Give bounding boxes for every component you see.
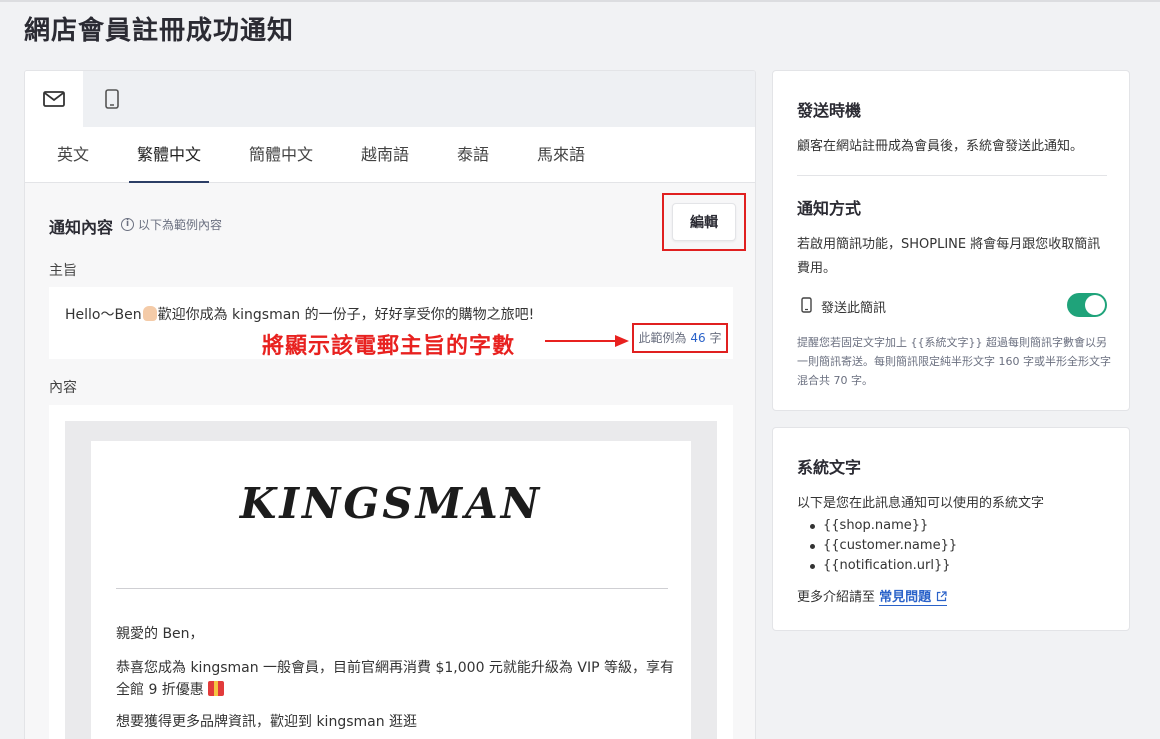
notification-method-title: 通知方式 (797, 199, 862, 218)
faq-link[interactable]: 常見問題 (879, 590, 947, 606)
sms-limit-note: 提醒您若固定文字加上 {{系統文字}} 超過每則簡訊字數會以另一則簡訊寄送。每則… (797, 336, 1111, 387)
page-title: 網店會員註冊成功通知 (24, 16, 295, 46)
system-variables-intro: 以下是您在此訊息通知可以使用的系統文字 (797, 496, 1045, 511)
gift-emoji-icon (208, 681, 225, 696)
info-icon: i (121, 218, 134, 231)
subject-text: Hello～Ben 歡迎你成為 kingsman 的一份子，好好享受你的購物之旅吧… (65, 306, 535, 323)
brand-logo: KINGSMAN (239, 479, 543, 528)
email-background: KINGSMAN 親愛的 Ben， 恭喜您成為 kingsman 一般會員，目前… (65, 421, 717, 739)
tab-simplified-chinese[interactable]: 簡體中文 (241, 127, 321, 183)
language-tab-bar: 英文 繁體中文 簡體中文 越南語 泰語 馬來語 (25, 127, 755, 183)
send-sms-label: 發送此簡訊 (821, 301, 887, 316)
tab-english[interactable]: 英文 (43, 127, 103, 183)
email-divider (116, 588, 668, 589)
section-divider (797, 175, 1107, 176)
tab-email-channel[interactable] (25, 71, 83, 127)
tab-traditional-chinese[interactable]: 繁體中文 (129, 127, 209, 183)
variable-item: {{shop.name}} (797, 516, 957, 536)
sending-settings-panel: 發送時機 顧客在網站註冊成為會員後，系統會發送此通知。 通知方式 若啟用簡訊功能… (772, 70, 1130, 411)
annotation-text: 將顯示該電郵主旨的字數 (262, 334, 516, 359)
character-count-value: 46 (690, 331, 706, 345)
email-content-preview: KINGSMAN 親愛的 Ben， 恭喜您成為 kingsman 一般會員，目前… (49, 405, 733, 739)
edit-highlight-box: 編輯 (662, 193, 746, 251)
subject-label: 主旨 (49, 263, 77, 279)
tab-vietnamese[interactable]: 越南語 (353, 127, 417, 183)
sending-timing-text: 顧客在網站註冊成為會員後，系統會發送此通知。 (797, 139, 1084, 154)
toggle-knob (1085, 295, 1105, 315)
sms-toggle-row: 發送此簡訊 (797, 293, 1107, 319)
notification-content-title: 通知內容 (49, 218, 114, 237)
external-link-icon (936, 591, 947, 602)
edit-button[interactable]: 編輯 (672, 203, 736, 241)
mail-icon (43, 91, 65, 107)
channel-tab-bar (25, 71, 755, 127)
notification-method-text: 若啟用簡訊功能，SHOPLINE 將會每月跟您收取簡訊費用。 (797, 237, 1101, 276)
email-greeting: 親愛的 Ben， (116, 626, 204, 642)
example-hint: i 以下為範例內容 (121, 216, 222, 233)
variable-item: {{customer.name}} (797, 536, 957, 556)
email-body-paragraph: 恭喜您成為 kingsman 一般會員，目前官網再消費 $1,000 元就能升級… (116, 660, 674, 698)
top-border (0, 0, 1160, 2)
send-sms-toggle[interactable] (1067, 293, 1107, 317)
variable-item: {{notification.url}} (797, 556, 957, 576)
character-count-badge: 此範例為 46 字 (632, 323, 728, 353)
faq-line: 更多介紹請至 常見問題 (797, 586, 947, 606)
content-label: 內容 (49, 380, 77, 396)
email-body-paragraph-2: 想要獲得更多品牌資訊，歡迎到 kingsman 逛逛 (116, 714, 418, 730)
system-variables-panel: 系統文字 以下是您在此訊息通知可以使用的系統文字 {{shop.name}} {… (772, 427, 1130, 631)
system-variables-title: 系統文字 (797, 458, 862, 477)
tab-thai[interactable]: 泰語 (445, 127, 501, 183)
email-card: KINGSMAN 親愛的 Ben， 恭喜您成為 kingsman 一般會員，目前… (91, 441, 691, 739)
mobile-icon (105, 89, 119, 109)
tab-malay[interactable]: 馬來語 (529, 127, 593, 183)
example-hint-text: 以下為範例內容 (138, 218, 223, 232)
notification-editor-panel: 英文 繁體中文 簡體中文 越南語 泰語 馬來語 通知內容 i 以下為範例內容 編… (24, 70, 756, 739)
tab-sms-channel[interactable] (83, 71, 141, 127)
sending-timing-title: 發送時機 (797, 101, 862, 120)
waving-hand-emoji (142, 306, 157, 321)
system-variables-list: {{shop.name}} {{customer.name}} {{notifi… (797, 516, 957, 576)
annotation-arrow-icon (545, 335, 629, 347)
mobile-icon (801, 297, 812, 313)
